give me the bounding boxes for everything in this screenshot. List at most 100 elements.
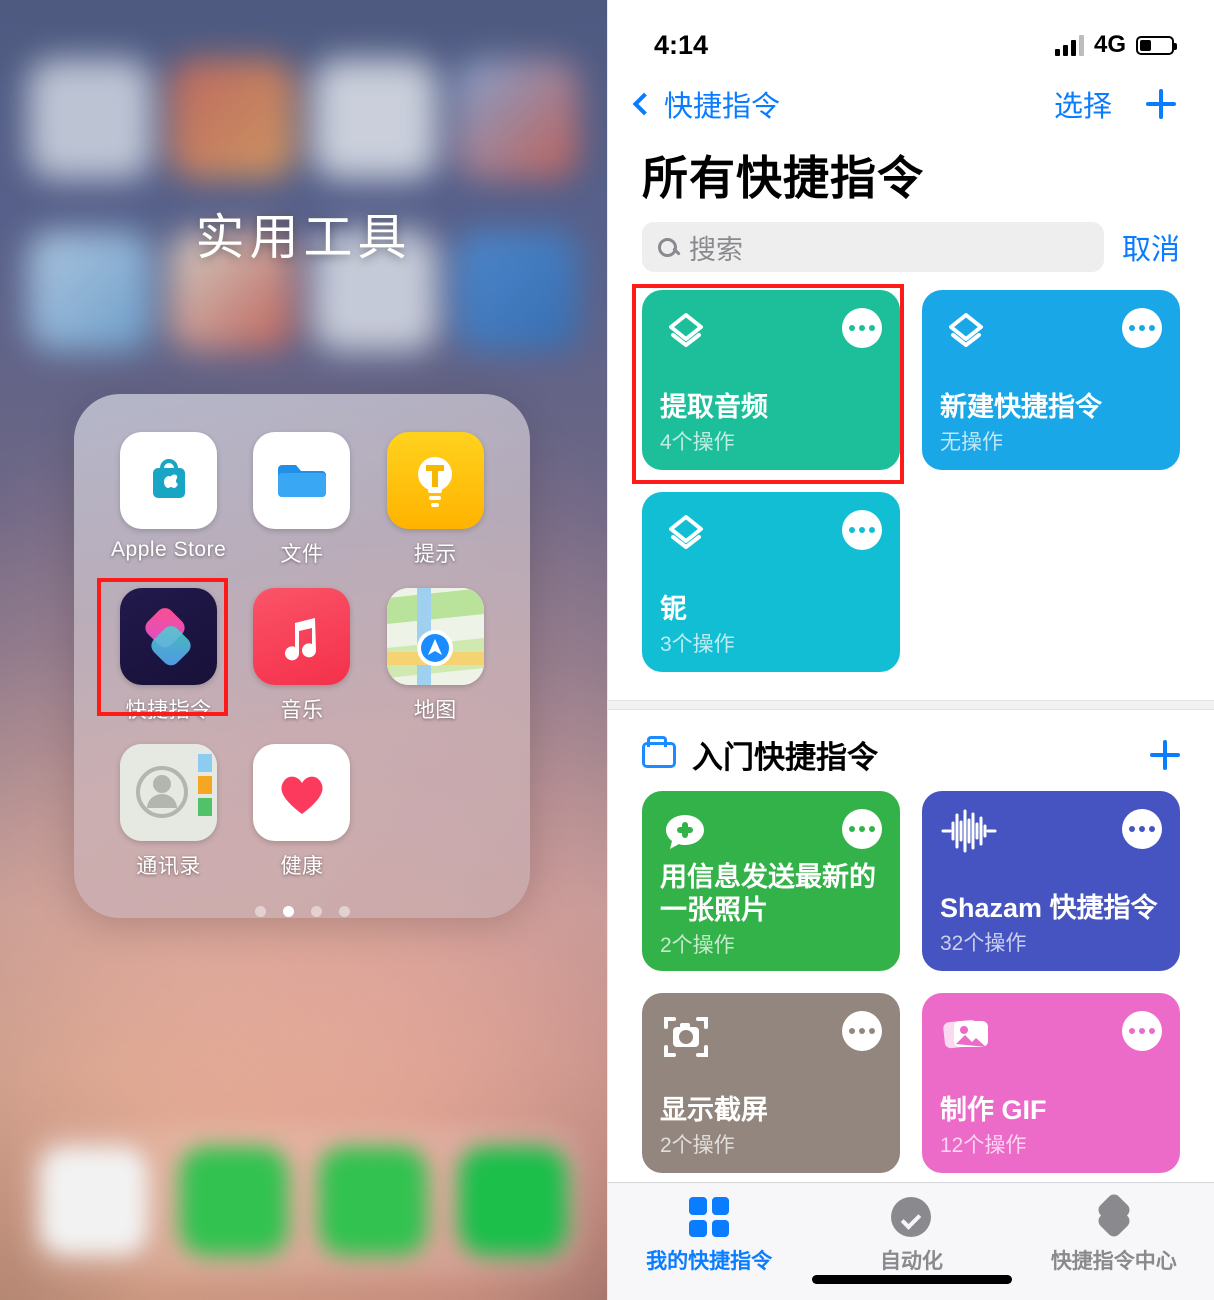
shortcut-card[interactable]: 显示截屏 2个操作 <box>642 993 900 1173</box>
search-icon <box>658 237 677 257</box>
card-subtitle: 2个操作 <box>660 1134 735 1157</box>
back-label: 快捷指令 <box>664 91 781 123</box>
card-title: Shazam 快捷指令 <box>940 893 1158 924</box>
page-dots <box>102 906 502 917</box>
card-more-button[interactable] <box>842 308 882 348</box>
shortcut-card[interactable]: 用信息发送最新的一张照片 2个操作 <box>642 791 900 971</box>
app-shortcuts[interactable]: 快捷指令 <box>102 588 235 724</box>
page-dot[interactable] <box>310 906 322 917</box>
app-label: 文件 <box>280 543 324 566</box>
card-more-button[interactable] <box>1122 1011 1162 1051</box>
card-more-button[interactable] <box>1122 809 1162 849</box>
shortcut-card[interactable]: Shazam 快捷指令 32个操作 <box>922 791 1180 971</box>
page-dot[interactable] <box>338 906 350 917</box>
photos-icon <box>940 1011 992 1063</box>
app-label: 通讯录 <box>136 855 201 878</box>
home-dock <box>24 1126 583 1276</box>
tab-label: 我的快捷指令 <box>646 1250 773 1273</box>
card-more-button[interactable] <box>842 1011 882 1051</box>
tab-my-shortcuts[interactable]: 我的快捷指令 <box>608 1197 810 1275</box>
tab-label: 自动化 <box>879 1250 943 1273</box>
app-label: 音乐 <box>280 699 324 722</box>
chevron-left-icon <box>632 92 656 116</box>
card-subtitle: 2个操作 <box>660 933 735 957</box>
app-label: 提示 <box>413 543 457 566</box>
apple-store-icon <box>120 432 218 529</box>
network-label: 4G <box>1093 31 1126 58</box>
battery-icon <box>1136 35 1177 55</box>
folder-panel: Apple Store 文件 提示 快捷指令 音乐 地图 通讯录 健康 <box>74 394 530 918</box>
app-contacts[interactable]: 通讯录 <box>102 744 235 880</box>
shortcuts-app-panel: 4:14 4G 快捷指令 选择 所有快捷指令 搜索 取消 提取音频 4个操作 新… <box>607 0 1214 1300</box>
section-divider <box>608 700 1214 710</box>
section-add-plus-icon[interactable] <box>1150 739 1180 770</box>
shortcut-card[interactable]: 铌 3个操作 <box>642 492 900 672</box>
page-dot[interactable] <box>254 906 266 917</box>
card-title: 用信息发送最新的一张照片 <box>660 862 876 925</box>
screenshot-stage: 实用工具 Apple Store 文件 提示 快捷指令 音乐 地图 通讯录 健康… <box>0 0 1214 1300</box>
card-subtitle: 3个操作 <box>660 633 735 656</box>
app-health[interactable]: 健康 <box>235 744 368 880</box>
shortcut-layers-icon <box>660 308 712 360</box>
home-screen-panel: 实用工具 Apple Store 文件 提示 快捷指令 音乐 地图 通讯录 健康 <box>0 0 607 1300</box>
card-title: 铌 <box>660 594 687 625</box>
gallery-layers-icon <box>1094 1191 1134 1240</box>
app-label: 地图 <box>413 699 457 722</box>
automation-check-icon <box>891 1197 932 1237</box>
app-label: 快捷指令 <box>125 699 212 722</box>
folder-icon <box>642 735 676 768</box>
app-music[interactable]: 音乐 <box>235 588 368 724</box>
tips-icon <box>386 432 484 529</box>
card-title: 提取音频 <box>660 392 768 423</box>
app-label: Apple Store <box>111 538 227 561</box>
app-apple-store[interactable]: Apple Store <box>102 432 235 568</box>
folder-app-grid: Apple Store 文件 提示 快捷指令 音乐 地图 通讯录 健康 <box>102 432 502 880</box>
tab-label: 快捷指令中心 <box>1050 1250 1177 1273</box>
grid-icon <box>689 1197 730 1237</box>
all-shortcuts-grid: 提取音频 4个操作 新建快捷指令 无操作 铌 3个操作 <box>608 282 1214 672</box>
page-title: 所有快捷指令 <box>642 152 924 204</box>
signal-bars-icon <box>1054 34 1084 56</box>
card-title: 显示截屏 <box>660 1095 768 1126</box>
card-title: 制作 GIF <box>940 1095 1047 1126</box>
app-maps[interactable]: 地图 <box>369 588 502 724</box>
status-bar: 4:14 4G <box>608 0 1214 72</box>
card-subtitle: 4个操作 <box>660 431 735 454</box>
shortcut-layers-icon <box>940 308 992 360</box>
shortcut-layers-icon <box>660 510 712 562</box>
shortcut-card[interactable]: 新建快捷指令 无操作 <box>922 290 1180 470</box>
card-subtitle: 32个操作 <box>940 932 1027 955</box>
waveform-icon <box>940 809 997 861</box>
shortcut-card[interactable]: 提取音频 4个操作 <box>642 290 900 470</box>
starter-shortcuts-grid: 用信息发送最新的一张照片 2个操作 Shazam 快捷指令 32个操作 显示截屏… <box>608 783 1214 1173</box>
page-dot-active[interactable] <box>282 906 294 917</box>
home-indicator <box>811 1275 1012 1284</box>
tab-automation[interactable]: 自动化 <box>810 1197 1012 1275</box>
card-more-button[interactable] <box>842 809 882 849</box>
app-files[interactable]: 文件 <box>235 432 368 568</box>
cancel-button[interactable]: 取消 <box>1122 226 1180 268</box>
shortcuts-icon <box>120 588 218 685</box>
contacts-icon <box>120 744 218 841</box>
maps-icon <box>386 588 484 685</box>
shortcut-card[interactable]: 制作 GIF 12个操作 <box>922 993 1180 1173</box>
card-title: 新建快捷指令 <box>940 392 1102 423</box>
app-tips[interactable]: 提示 <box>369 432 502 568</box>
back-button[interactable]: 快捷指令 <box>632 83 781 125</box>
tab-gallery[interactable]: 快捷指令中心 <box>1013 1191 1214 1275</box>
music-icon <box>253 588 351 685</box>
select-button[interactable]: 选择 <box>1054 83 1112 125</box>
search-input[interactable]: 搜索 <box>642 222 1104 272</box>
search-placeholder: 搜索 <box>689 234 743 265</box>
files-icon <box>253 432 351 529</box>
card-more-button[interactable] <box>842 510 882 550</box>
message-plus-icon <box>660 809 712 861</box>
plus-icon[interactable] <box>1146 89 1176 119</box>
tab-bar: 我的快捷指令 自动化 快捷指令中心 <box>608 1182 1214 1300</box>
card-subtitle: 无操作 <box>940 431 1003 454</box>
card-more-button[interactable] <box>1122 308 1162 348</box>
section-title: 入门快捷指令 <box>692 740 878 775</box>
app-label: 健康 <box>280 855 324 878</box>
nav-bar: 快捷指令 选择 <box>608 72 1214 136</box>
status-time: 4:14 <box>654 29 709 60</box>
